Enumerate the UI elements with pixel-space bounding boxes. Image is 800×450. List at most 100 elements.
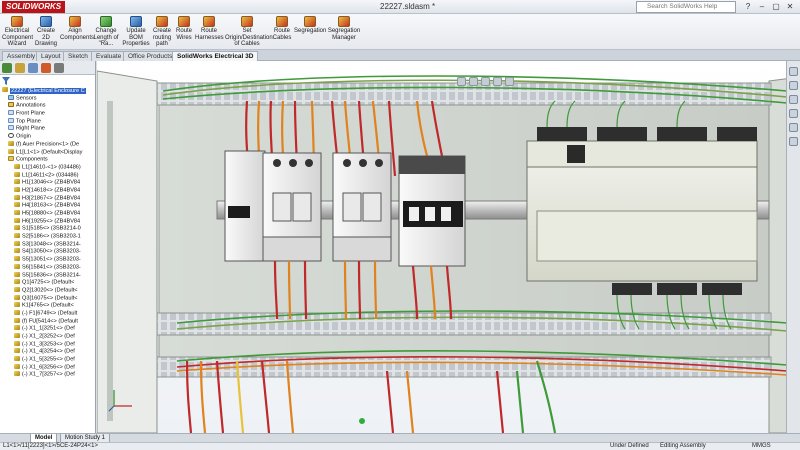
tree-item[interactable]: S5[13051<> (3SB3203- [0,256,95,264]
part-icon [14,340,20,346]
electrical-enclosure-model[interactable] [97,61,800,433]
part-icon [8,140,14,146]
align-components-button[interactable]: Align Components [60,16,94,41]
help-icon[interactable]: ? [742,1,754,12]
segregation-button[interactable]: Segregation [294,16,326,35]
appearances-icon[interactable] [789,123,798,132]
set-origin-destination-button[interactable]: Set Origin/Destination of Cables [225,16,273,48]
route-cables-button[interactable]: Route Cables [271,16,293,41]
tree-item[interactable]: H3[21867<> (ZB4BV84 [0,194,95,203]
help-search-input[interactable]: Search SolidWorks Help [636,1,736,13]
tree-item-label: H2[14618<> (ZB4BV84 [22,187,81,194]
tree-item[interactable]: S4[13050<> (3SB3203- [0,248,95,256]
tree-item[interactable]: H5[18880<> (ZB4BV84 [0,210,95,218]
status-units[interactable]: MMGS [752,443,771,450]
tree-item[interactable]: H2[14618<> (ZB4BV84 [0,186,95,195]
custom-properties-icon[interactable] [789,137,798,146]
tree-item[interactable]: (-) X1_7[3257<> (Def [0,371,95,379]
tree-item[interactable]: Q1[4725<> (Default< [0,279,95,287]
zoom-to-fit-icon[interactable] [457,77,466,86]
dimxpert-icon[interactable] [41,63,51,73]
tree-item[interactable]: (-) X1_2[3252<> (Def [0,333,95,341]
tree-item[interactable]: (-) F1[6749<> (Default [0,309,95,318]
tree-item-label: S5[15836<> (3SB3214- [22,272,81,278]
file-explorer-icon[interactable] [789,95,798,104]
tree-item[interactable]: 22227 (Electrical Enclosure C [0,87,95,95]
minimize-button[interactable]: – [756,1,768,12]
resources-icon[interactable] [789,67,798,76]
tree-item[interactable]: S3[13048<> (3SB3214- [0,240,95,249]
tab-evaluate[interactable]: Evaluate [91,51,127,61]
tree-item[interactable]: Right Plane [0,125,95,133]
create-routing-path-button[interactable]: Create routing path [151,16,173,48]
tree-item[interactable]: S2[5186<> (3SB3203-1 [0,233,95,241]
tree-item[interactable]: (-) X1_3[3253<> (Def [0,340,95,349]
feature-tree-icon[interactable] [2,63,12,73]
property-manager-icon[interactable] [15,63,25,73]
update-bom-button[interactable]: Update BOM Properties [122,16,150,48]
route-wires-button[interactable]: Route Wires [174,16,194,41]
tree-item[interactable]: Components [0,156,95,164]
electrical-component-wizard-button[interactable]: Electrical Component Wizard [2,16,33,48]
part-icon [14,233,20,239]
tree-item[interactable]: (-) X1_1[3251<> (Def [0,325,95,333]
tree-item[interactable]: Front Plane [0,110,95,118]
part-icon [14,179,20,185]
drawing-icon [40,16,52,27]
tree-item[interactable]: Top Plane [0,117,95,126]
segregation-icon [304,16,316,27]
change-rail-length-button[interactable]: Change Length of "Ra... [91,16,121,48]
solidworks-logo[interactable]: SOLIDWORKS [2,1,66,13]
close-button[interactable]: ✕ [784,1,796,12]
part-icon [14,348,20,354]
tab-solidworks-electrical-3d[interactable]: SolidWorks Electrical 3D [172,51,259,61]
tree-item[interactable]: H1[13046<> (ZB4BV84 [0,179,95,187]
tree-item[interactable]: L1[14611<2> (034486) [0,171,95,180]
tree-item-label: (-) X1_6[3256<> (Def [22,364,75,371]
tree-item[interactable]: Origin [0,133,95,141]
tree-item[interactable]: L1[L1<1> (Default<Display [0,148,95,157]
filter-icon[interactable] [2,77,10,85]
tree-item[interactable]: H6[19255<> (ZB4BV84 [0,217,95,226]
display-style-icon[interactable] [505,77,514,86]
tab-layout[interactable]: Layout [36,51,66,61]
align-icon [69,16,81,27]
create-2d-drawing-button[interactable]: Create 2D Drawing [33,16,59,48]
display-manager-icon[interactable] [54,63,64,73]
view-palette-icon[interactable] [789,109,798,118]
zoom-area-icon[interactable] [469,77,478,86]
tab-assembly[interactable]: Assembly [2,51,41,61]
tree-item[interactable]: (f) Auer Precision<1> (De [0,140,95,149]
tree-item[interactable]: K1[4765<> (Default< [0,302,95,310]
tree-item[interactable]: S1[5185<> (3SB3214-0 [0,225,95,233]
tree-item[interactable]: (-) X1_5[3255<> (Def [0,356,95,364]
part-icon [14,163,20,169]
tree-item-label: H5[18880<> (ZB4BV84 [22,210,81,217]
tree-item[interactable]: (f) FU[5414<> (Default [0,317,95,326]
tree-item[interactable]: Annotations [0,102,95,110]
tree-item[interactable]: H4[18163<> (ZB4BV84 [0,202,95,210]
graphics-area[interactable] [97,61,800,433]
tree-item[interactable]: S6[15841<> (3SB3203- [0,263,95,272]
tab-office-products[interactable]: Office Products [123,51,178,61]
route-harnesses-button[interactable]: Route Harnesses [195,16,224,41]
tree-item[interactable]: Sensors [0,94,95,103]
tree-item[interactable]: L1[14610-<1> (034486) [0,163,95,172]
segregation-manager-button[interactable]: Segregation Manager [327,16,361,41]
configuration-manager-icon[interactable] [28,63,38,73]
tree-item[interactable]: (-) X1_4[3254<> (Def [0,348,95,356]
tree-item[interactable]: Q2[13020<> (Default< [0,286,95,295]
tree-item[interactable]: (-) X1_6[3256<> (Def [0,363,95,372]
view-orientation-icon[interactable] [493,77,502,86]
design-library-icon[interactable] [789,81,798,90]
maximize-button[interactable]: ▢ [770,1,782,12]
tree-item-label: Top Plane [16,118,41,125]
tab-sketch[interactable]: Sketch [63,51,93,61]
plc-module[interactable] [526,127,758,295]
circuit-breaker-group[interactable] [224,150,466,267]
tree-item[interactable]: Q3[16075<> (Default< [0,294,95,303]
tree-item[interactable]: S5[15836<> (3SB3214- [0,271,95,280]
plane-icon [8,125,14,131]
section-view-icon[interactable] [481,77,490,86]
tree-item-label: S6[15841<> (3SB3203- [22,264,81,271]
